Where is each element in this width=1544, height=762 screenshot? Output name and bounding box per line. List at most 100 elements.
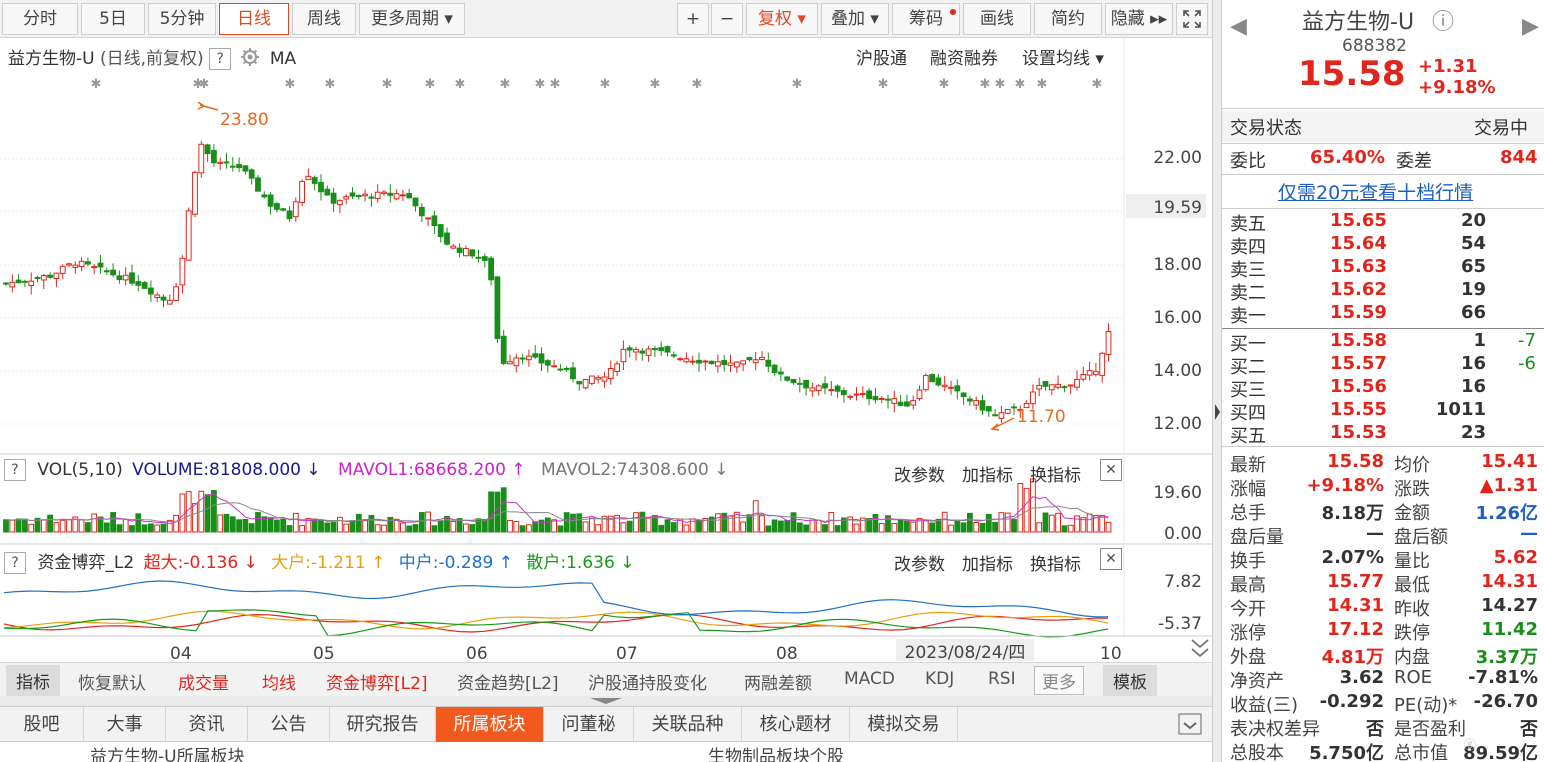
tab-guba[interactable]: 股吧	[0, 707, 84, 742]
info-icon[interactable]: ⓘ	[1432, 4, 1454, 36]
stat-label: 昨收	[1394, 599, 1430, 620]
candle-body	[935, 377, 942, 386]
candle-body	[1011, 406, 1017, 409]
candle-body	[538, 353, 545, 364]
expand-icon[interactable]	[1176, 3, 1208, 35]
tab-research[interactable]: 研究报告	[330, 707, 436, 742]
vol-edit-params-button[interactable]: 改参数	[894, 461, 945, 486]
candle-body	[620, 348, 627, 363]
tab-related[interactable]: 关联品种	[634, 707, 742, 742]
buy-level-price[interactable]: 15.56	[1330, 376, 1387, 397]
next-stock-icon[interactable]: ▶	[1522, 14, 1539, 39]
zoom-in-button[interactable]: +	[677, 3, 709, 35]
quote-change-pct: +9.18%	[1418, 77, 1496, 98]
help-icon[interactable]: ?	[209, 48, 232, 70]
buy-level-price[interactable]: 15.58	[1330, 330, 1387, 351]
overlay-dropdown[interactable]: 叠加 ▾	[821, 3, 889, 35]
tab-ask-secretary[interactable]: 问董秘	[544, 707, 634, 742]
indicator-volume[interactable]: 成交量	[178, 669, 229, 694]
indicator-macd[interactable]: MACD	[844, 669, 895, 689]
sell-level-price[interactable]: 15.63	[1330, 256, 1387, 277]
event-marker-icon: ✱	[1015, 77, 1026, 92]
fund-edit-params-button[interactable]: 改参数	[894, 550, 945, 575]
chart-area[interactable]: ✱ ✱ ✱ ✱ ✱ ✱ ✱ ✱ ✱ ✱ ✱ ✱ ✱ ✱ ✱ ✱ ✱ ✱ ✱ ✱ ✱ ✱ 22.00 19.59 18.00…	[0, 38, 1212, 662]
period-tab-intraday[interactable]: 分时	[2, 3, 78, 35]
volume-bar	[910, 521, 917, 533]
ma-settings-dropdown[interactable]: 设置均线 ▾	[1022, 44, 1104, 69]
template-button[interactable]: 模板	[1103, 665, 1157, 696]
fuquan-dropdown[interactable]: 复权 ▾	[746, 3, 818, 35]
draw-line-button[interactable]: 画线	[963, 3, 1031, 35]
zoom-out-button[interactable]: −	[711, 3, 743, 35]
indicator-fund-game[interactable]: 资金博弈[L2]	[326, 669, 428, 694]
sell-level-price[interactable]: 15.59	[1330, 302, 1387, 323]
sell-level-price[interactable]: 15.65	[1330, 210, 1387, 231]
stat-value: 14.31	[1327, 595, 1384, 616]
candle-body	[72, 264, 79, 268]
volume-bar	[103, 522, 110, 533]
buy-level-price[interactable]: 15.53	[1330, 422, 1387, 443]
hide-panel-button[interactable]: 隐藏 ▸▸	[1105, 3, 1173, 35]
fund-close-icon[interactable]: ✕	[1100, 548, 1122, 570]
indicator-fund-trend[interactable]: 资金趋势[L2]	[457, 669, 559, 694]
indicator-kdj[interactable]: KDJ	[925, 669, 954, 689]
volume-bar	[1036, 522, 1043, 533]
prev-stock-icon[interactable]: ◀	[1230, 14, 1247, 39]
indicator-tab[interactable]: 指标	[6, 665, 60, 696]
tab-core-theme[interactable]: 核心题材	[742, 707, 850, 742]
volume-bar	[59, 519, 66, 533]
splitter[interactable]	[0, 696, 1212, 706]
volume-bar	[444, 515, 450, 533]
candle-body	[494, 276, 501, 340]
candle-body	[1067, 384, 1074, 387]
candle-body	[626, 347, 633, 351]
tab-events[interactable]: 大事	[84, 707, 166, 742]
indicator-ma[interactable]: 均线	[262, 669, 296, 694]
period-tab-daily[interactable]: 日线	[219, 3, 289, 35]
sell-level-price[interactable]: 15.62	[1330, 279, 1387, 300]
indicator-hgt-holdings[interactable]: 沪股通持股变化	[588, 669, 707, 694]
candle-body	[267, 194, 274, 207]
tab-announcements[interactable]: 公告	[248, 707, 330, 742]
fund-add-indicator-button[interactable]: 加指标	[962, 550, 1013, 575]
more-indicators-button[interactable]: 更多	[1034, 666, 1084, 695]
vol-help-icon[interactable]: ?	[4, 459, 26, 481]
simple-mode-button[interactable]: 简约	[1034, 3, 1102, 35]
tab-sector[interactable]: 所属板块	[436, 707, 544, 742]
volume-bar	[998, 512, 1005, 533]
candle-body	[337, 200, 343, 206]
ma-indicator-label[interactable]: MA	[270, 49, 296, 69]
vol-switch-indicator-button[interactable]: 换指标	[1030, 461, 1081, 486]
minimize-panel-icon[interactable]	[1178, 713, 1202, 739]
candle-body	[677, 358, 684, 361]
ten-level-link[interactable]: 仅需20元查看十档行情	[1278, 178, 1473, 205]
chips-button[interactable]: 筹码	[892, 3, 960, 35]
sell-level-price[interactable]: 15.64	[1330, 233, 1387, 254]
period-tab-5min[interactable]: 5分钟	[148, 3, 216, 35]
fund-switch-indicator-button[interactable]: 换指标	[1030, 550, 1081, 575]
tab-simulated-trade[interactable]: 模拟交易	[850, 707, 958, 742]
vol-add-indicator-button[interactable]: 加指标	[962, 461, 1013, 486]
candle-body	[696, 359, 702, 364]
buy-level-price[interactable]: 15.55	[1330, 399, 1387, 420]
period-tab-5day[interactable]: 5日	[81, 3, 145, 35]
sell-level-volume: 66	[1460, 302, 1486, 323]
volume-bar	[513, 521, 520, 533]
vol-close-icon[interactable]: ✕	[1100, 459, 1122, 481]
period-tab-weekly[interactable]: 周线	[292, 3, 356, 35]
margin-link[interactable]: 融资融券	[930, 44, 998, 69]
fund-help-icon[interactable]: ?	[4, 552, 26, 574]
restore-default-button[interactable]: 恢复默认	[78, 669, 146, 694]
tab-news[interactable]: 资讯	[166, 707, 248, 742]
panel-separator[interactable]	[1212, 0, 1222, 762]
gear-icon[interactable]	[240, 47, 260, 72]
indicator-margin-diff[interactable]: 两融差额	[744, 669, 812, 694]
stat-label: 最高	[1230, 575, 1266, 596]
buy-level-price[interactable]: 15.57	[1330, 353, 1387, 374]
collapse-chevron-icon[interactable]	[1191, 639, 1209, 657]
status-value: 交易中	[1474, 118, 1528, 139]
indicator-rsi[interactable]: RSI	[988, 669, 1016, 689]
hgt-link[interactable]: 沪股通	[856, 44, 907, 69]
candle-body	[1093, 371, 1099, 375]
more-periods-dropdown[interactable]: 更多周期 ▾	[359, 3, 465, 35]
